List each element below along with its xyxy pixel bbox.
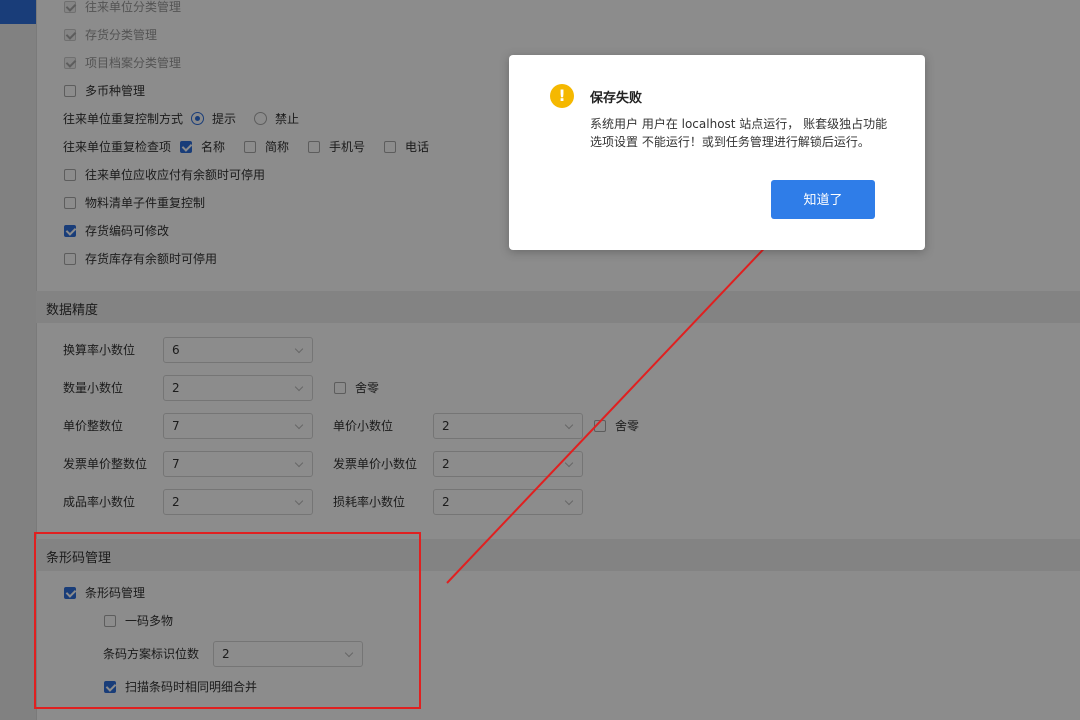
warning-icon: ! xyxy=(550,84,574,108)
save-failed-dialog: ! 保存失败 系统用户 用户在 localhost 站点运行， 账套级独占功能选… xyxy=(509,55,925,250)
dialog-title: 保存失败 xyxy=(590,91,643,106)
acknowledge-button[interactable]: 知道了 xyxy=(771,180,875,219)
dialog-message: 系统用户 用户在 localhost 站点运行， 账套级独占功能选项设置 不能运… xyxy=(590,117,888,149)
